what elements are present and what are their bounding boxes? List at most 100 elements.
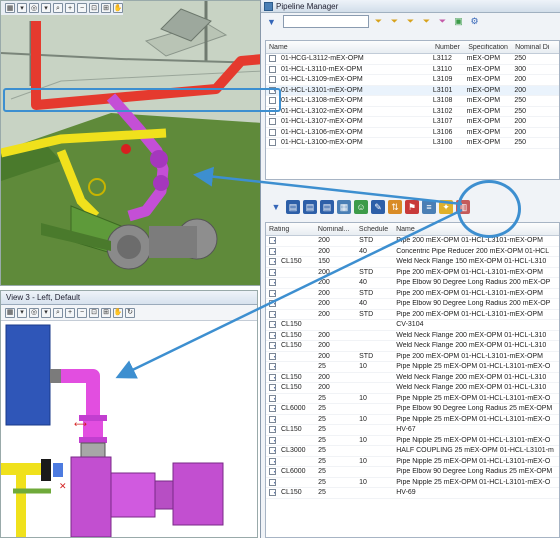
component-row[interactable]: ✓ CL150 200 Weld Neck Flange 200 mEX-OPM 01… [266, 341, 559, 352]
component-checkbox[interactable]: ✓ [269, 258, 276, 266]
funnel-edit-icon[interactable]: ⏷ [436, 15, 449, 28]
export-icon[interactable]: ▣ [452, 15, 465, 28]
view-icon[interactable]: ▦ [5, 307, 15, 318]
col-name[interactable]: Name [266, 44, 432, 51]
view-icon[interactable]: ▦ [5, 3, 15, 13]
filter-icon[interactable]: ▼ [269, 200, 283, 214]
dropdown-icon[interactable]: ▾ [17, 307, 27, 318]
pipeline-row[interactable]: ✓ 01-HCL-L3101-mEX-OPM L3101 mEX-OPM 200 [266, 85, 559, 96]
component-row[interactable]: ✓ 25 10 Pipe Nipple 25 mEX-OPM 01-HCL-L3101… [266, 415, 559, 425]
dropdown-icon[interactable]: ▾ [41, 3, 51, 13]
pipeline-checkbox[interactable] [269, 128, 276, 136]
zoom-icon[interactable]: ⌕ [53, 3, 63, 13]
filter-icon[interactable]: ▼ [265, 15, 278, 28]
component-row[interactable]: ✓ 200 STD Pipe 200 mEX-OPM 01-HCL-L3101-mEX… [266, 268, 559, 278]
edit-icon[interactable]: ✎ [371, 200, 385, 214]
pan-icon[interactable]: ✋ [113, 3, 123, 13]
component-row[interactable]: ✓ CL150 200 Weld Neck Flange 200 mEX-OPM 01… [266, 383, 559, 394]
col-nominal-diameter[interactable]: Nominal Di [512, 44, 559, 51]
3d-view-panel[interactable]: ▦ ▾ ◎ ▾ ⌕ + − ⊡ ⊞ ✋ [0, 0, 262, 286]
dropdown-icon[interactable]: ▾ [41, 307, 51, 318]
zoom-extents-icon[interactable]: ⊞ [101, 307, 111, 318]
pan-icon[interactable]: ✋ [113, 307, 123, 318]
component-row[interactable]: ✓ 25 10 Pipe Nipple 25 mEX-OPM 01-HCL-L3101… [266, 362, 559, 373]
funnel-clear-icon[interactable]: ⏷ [420, 15, 433, 28]
funnel-add-icon[interactable]: ⏷ [388, 15, 401, 28]
table-icon[interactable]: ▤ [286, 200, 300, 214]
component-checkbox[interactable]: ✓ [269, 321, 276, 329]
zoom-window-icon[interactable]: ⊡ [89, 3, 99, 13]
flag-icon[interactable]: ⚑ [405, 200, 419, 214]
component-checkbox[interactable]: ✓ [269, 426, 276, 434]
pipeline-checkbox[interactable] [269, 107, 276, 115]
zoom-extents-icon[interactable]: ⊞ [101, 3, 111, 13]
zoom-out-icon[interactable]: − [77, 3, 87, 13]
component-row[interactable]: ✓ 200 40 Pipe Elbow 90 Degree Long Radius 2… [266, 299, 559, 310]
pipeline-row[interactable]: 01-HCL-L3109-mEX-OPM L3109 mEX-OPM 200 [266, 75, 559, 86]
component-checkbox[interactable]: ✓ [269, 457, 276, 465]
component-row[interactable]: ✓ CL150 25 HV-69 [266, 488, 559, 499]
component-checkbox[interactable]: ✓ [269, 489, 276, 497]
orbit-icon[interactable]: ↻ [125, 307, 135, 318]
component-checkbox[interactable]: ✓ [269, 394, 276, 402]
component-row[interactable]: ✓ CL6000 25 Pipe Elbow 90 Degree Long Radiu… [266, 467, 559, 478]
component-checkbox[interactable]: ✓ [269, 478, 276, 486]
component-row[interactable]: ✓ CL6000 25 Pipe Elbow 90 Degree Long Radiu… [266, 404, 559, 415]
grid-icon[interactable]: ▦ [337, 200, 351, 214]
pipeline-row[interactable]: 01-HCL-L3110-mEX-OPM L3110 mEX-OPM 300 [266, 65, 559, 75]
report-icon[interactable]: ▥ [456, 200, 470, 214]
people-icon[interactable]: ☺ [354, 200, 368, 214]
component-checkbox[interactable]: ✓ [269, 352, 276, 360]
pipeline-row[interactable]: 01-HCL-L3107-mEX-OPM L3107 mEX-OPM 200 [266, 117, 559, 128]
pipeline-checkbox[interactable] [269, 76, 276, 84]
highlight-icon[interactable]: ✦ [439, 200, 453, 214]
left-view-panel[interactable]: View 3 - Left, Default ▦ ▾ ◎ ▾ ⌕ + − ⊡ ⊞… [0, 290, 258, 538]
pipeline-checkbox[interactable] [269, 55, 276, 63]
component-row[interactable]: ✓ 200 STD Pipe 200 mEX-OPM 01-HCL-L3101-mEX… [266, 236, 559, 247]
component-row[interactable]: ✓ CL150 150 Weld Neck Flange 150 mEX-OPM 01… [266, 257, 559, 268]
component-row[interactable]: ✓ CL3000 25 HALF COUPLING 25 mEX-OPM 01-HCL… [266, 446, 559, 457]
component-row[interactable]: ✓ CL150 25 HV-67 [266, 425, 559, 436]
component-row[interactable]: ✓ 25 10 Pipe Nipple 25 mEX-OPM 01-HCL-L3101… [266, 436, 559, 446]
col-rating[interactable]: Rating [266, 226, 315, 233]
component-row[interactable]: ✓ 25 10 Pipe Nipple 25 mEX-OPM 01-HCL-L3101… [266, 457, 559, 467]
zoom-in-icon[interactable]: + [65, 307, 75, 318]
table-icon[interactable]: ▤ [320, 200, 334, 214]
col-specification[interactable]: Specification [465, 44, 512, 51]
table-icon[interactable]: ▤ [303, 200, 317, 214]
component-row[interactable]: ✓ 25 10 Pipe Nipple 25 mEX-OPM 01-HCL-L3101… [266, 478, 559, 488]
component-row[interactable]: ✓ CL150 CV-3104 [266, 320, 559, 331]
component-row[interactable]: ✓ 200 40 Concentric Pipe Reducer 200 mEX-OP… [266, 247, 559, 257]
zoom-in-icon[interactable]: + [65, 3, 75, 13]
funnel-icon[interactable]: ⏷ [372, 15, 385, 28]
component-checkbox[interactable]: ✓ [269, 342, 276, 350]
pipeline-checkbox[interactable] [269, 139, 276, 147]
component-checkbox[interactable]: ✓ [269, 247, 276, 255]
component-checkbox[interactable]: ✓ [269, 237, 276, 245]
pipeline-row[interactable]: 01-HCL-L3100-mEX-OPM L3100 mEX-OPM 250 [266, 138, 559, 149]
pipeline-checkbox[interactable] [269, 97, 276, 105]
pipeline-checkbox[interactable]: ✓ [269, 86, 276, 94]
component-checkbox[interactable]: ✓ [269, 363, 276, 371]
col-number[interactable]: Number [432, 44, 465, 51]
component-checkbox[interactable]: ✓ [269, 384, 276, 392]
component-row[interactable]: ✓ CL150 200 Weld Neck Flange 200 mEX-OPM 01… [266, 373, 559, 383]
pipeline-row[interactable]: 01-HCL-L3102-mEX-OPM L3102 mEX-OPM 250 [266, 107, 559, 117]
pipeline-checkbox[interactable] [269, 65, 276, 73]
component-row[interactable]: ✓ 200 40 Pipe Elbow 90 Degree Long Radius 2… [266, 278, 559, 289]
component-row[interactable]: ✓ 200 STD Pipe 200 mEX-OPM 01-HCL-L3101-mEX… [266, 289, 559, 299]
col-component-name[interactable]: Name [393, 226, 559, 233]
component-checkbox[interactable]: ✓ [269, 300, 276, 308]
component-checkbox[interactable]: ✓ [269, 405, 276, 413]
col-schedule[interactable]: Schedule [356, 226, 393, 233]
funnel-remove-icon[interactable]: ⏷ [404, 15, 417, 28]
pipeline-row[interactable]: 01-HCG-L3112-mEX-OPM L3112 mEX-OPM 250 [266, 54, 559, 65]
spec-icon[interactable]: ≡ [422, 200, 436, 214]
component-checkbox[interactable]: ✓ [269, 289, 276, 297]
component-checkbox[interactable]: ✓ [269, 436, 276, 444]
component-row[interactable]: ✓ CL150 200 Weld Neck Flange 200 mEX-OPM 01… [266, 331, 559, 341]
component-checkbox[interactable]: ✓ [269, 415, 276, 423]
component-checkbox[interactable]: ✓ [269, 373, 276, 381]
3d-model-canvas[interactable] [1, 1, 262, 286]
orbit-icon[interactable]: ◎ [29, 3, 39, 13]
